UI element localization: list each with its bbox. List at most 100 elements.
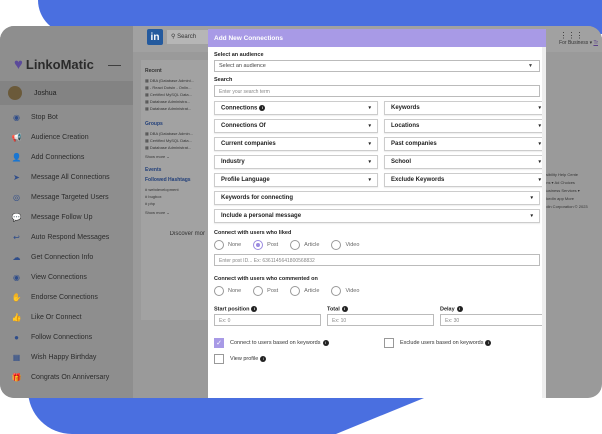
exclude-by-keywords-option[interactable]: Exclude users based on keywords i [384, 338, 492, 349]
footer-link[interactable]: Business Services ▾ [544, 187, 602, 195]
keywords-for-connecting-dropdown[interactable]: Keywords for connecting ▾ [214, 191, 540, 205]
sidebar-item-view-connections[interactable]: ◉ View Connections [0, 267, 133, 287]
filter-dropdown-exclude-keywords[interactable]: Exclude Keywords ▾ [384, 173, 546, 187]
radio-circle[interactable] [214, 240, 224, 250]
filter-dropdown-connections-of[interactable]: Connections Of ▾ [214, 119, 378, 133]
radio-option-none[interactable]: None [214, 240, 241, 250]
delay-input[interactable]: Ex: 30 [440, 314, 546, 327]
info-icon[interactable]: i [260, 356, 267, 363]
radio-circle[interactable] [331, 240, 342, 250]
show-more-hashtags[interactable]: Show more ⌄ [145, 210, 205, 215]
filter-dropdown-past-companies[interactable]: Past companies ▾ [384, 137, 546, 151]
list-item[interactable]: ▦ Certified MySQL Data... [145, 138, 205, 143]
user-profile[interactable]: Joshua [0, 81, 133, 105]
collapse-sidebar-button[interactable]: — [108, 57, 121, 72]
sidebar-item-add-connections[interactable]: 👤 Add Connections [0, 147, 133, 167]
list-item[interactable]: # webdevelopment [145, 187, 205, 192]
footer-link[interactable]: edin Corporation © 2023 [544, 203, 602, 211]
for-business-link[interactable]: For Business [559, 40, 588, 46]
info-icon[interactable]: i [456, 306, 463, 312]
radio-option-none[interactable]: None [214, 286, 241, 296]
list-item[interactable]: # bugbox [145, 194, 205, 199]
footer-link[interactable]: ons ▾ Ad Choices [544, 179, 602, 187]
sidebar-item-message-targeted-users[interactable]: ◎ Message Targeted Users [0, 187, 133, 207]
filter-dropdown-current-companies[interactable]: Current companies ▾ [214, 137, 378, 151]
sidebar-item-endorse-connections[interactable]: ✋ Endorse Connections [0, 287, 133, 307]
filter-grid: Connections i ▾ Keywords ▾ Connections Of ▾ Loc… [214, 101, 546, 187]
footer-link[interactable]: ssibility Help Cente [544, 171, 602, 179]
app-logo: ♥ LinkoMatic — [0, 26, 133, 73]
sidebar-item-congrats-on-anniversary[interactable]: 🎁 Congrats On Anniversary [0, 367, 133, 387]
hashtags-title[interactable]: Followed Hashtags [145, 177, 205, 183]
keyword-checkbox-row: ✓ Connect to users based on keywords i E… [214, 330, 540, 349]
radio-option-article[interactable]: Article [290, 286, 319, 296]
search-input[interactable]: Enter your search term [214, 85, 540, 97]
sidebar-item-wish-happy-birthday[interactable]: ▦ Wish Happy Birthday [0, 347, 133, 367]
list-item[interactable]: ▦ Certified MySQL Data... [145, 92, 205, 97]
filter-label: Connections [221, 105, 258, 112]
start-position-input[interactable]: Ex: 0 [214, 314, 321, 327]
list-item-label: Database Administrat... [149, 145, 192, 150]
filter-dropdown-locations[interactable]: Locations ▾ [384, 119, 546, 133]
view-profile-option[interactable]: View profile i [214, 354, 540, 365]
filter-dropdown-school[interactable]: School ▾ [384, 155, 546, 169]
connect-by-keywords-checkbox[interactable]: ✓ [214, 338, 224, 349]
total-input[interactable]: Ex: 10 [327, 314, 434, 327]
radio-circle[interactable] [290, 286, 301, 296]
filter-dropdown-profile-language[interactable]: Profile Language ▾ [214, 173, 378, 187]
linkedin-logo[interactable]: in [147, 29, 163, 45]
groups-title[interactable]: Groups [145, 121, 205, 127]
list-item[interactable]: ▦ Database Administrat... [145, 145, 205, 150]
linkedin-search[interactable]: ⚲ Search [167, 30, 209, 44]
personal-message-dropdown[interactable]: Include a personal message ▾ [214, 209, 540, 223]
radio-circle[interactable] [253, 240, 264, 250]
sidebar-item-audience-creation[interactable]: 📢 Audience Creation [0, 127, 133, 147]
radio-option-post[interactable]: Post [253, 240, 278, 250]
view-profile-checkbox[interactable] [214, 354, 224, 365]
chevron-down-icon: ▼ [528, 63, 533, 69]
list-item[interactable]: # php [145, 201, 205, 206]
radio-option-article[interactable]: Article [290, 240, 319, 250]
radio-circle[interactable] [290, 240, 301, 250]
filter-dropdown-keywords[interactable]: Keywords ▾ [384, 101, 546, 115]
radio-circle[interactable] [331, 286, 342, 296]
radio-circle[interactable] [253, 286, 264, 296]
connect-by-keywords-option[interactable]: ✓ Connect to users based on keywords i [214, 338, 384, 349]
info-icon[interactable]: i [259, 105, 266, 111]
radio-option-post[interactable]: Post [253, 286, 278, 296]
sidebar-item-stop-bot[interactable]: ◉ Stop Bot [0, 107, 133, 127]
sidebar-item-message-all-connections[interactable]: ➤ Message All Connections [0, 167, 133, 187]
modal-scrollbar[interactable] [542, 47, 546, 398]
footer-link[interactable]: nkedIn app More [544, 195, 602, 203]
audience-select[interactable]: Select an audience ▼ [214, 60, 540, 72]
exclude-by-keywords-checkbox[interactable] [384, 338, 394, 349]
info-icon[interactable]: i [322, 340, 329, 347]
sidebar-item-like-or-connect[interactable]: 👍 Like Or Connect [0, 307, 133, 327]
radio-circle[interactable] [214, 286, 224, 296]
list-item[interactable]: ▦ - React Dotsin - Onlin... [145, 85, 205, 90]
list-item[interactable]: ▦ Database Administrat... [145, 106, 205, 111]
post-id-input[interactable]: Enter post ID... Ex: 6361145641800568832 [214, 254, 540, 266]
grid-icon[interactable]: ⋮⋮⋮ [559, 31, 584, 40]
discover-more-link[interactable]: Discover mor [145, 231, 205, 237]
info-icon[interactable]: i [341, 306, 348, 312]
filter-label: Profile Language [221, 177, 270, 183]
recent-title: Recent [145, 68, 162, 74]
sidebar-item-get-connection-info[interactable]: ☁ Get Connection Info [0, 247, 133, 267]
sidebar-item-auto-respond-messages[interactable]: ↩ Auto Respond Messages [0, 227, 133, 247]
radio-option-video[interactable]: Video [331, 286, 359, 296]
info-icon[interactable]: i [485, 340, 492, 347]
info-icon[interactable]: i [251, 306, 258, 312]
sidebar-item-message-follow-up[interactable]: 💬 Message Follow Up [0, 207, 133, 227]
events-title[interactable]: Events [145, 167, 205, 173]
sidebar-item-follow-connections[interactable]: ● Follow Connections [0, 327, 133, 347]
try-premium-link[interactable]: Tr [593, 40, 598, 46]
list-item[interactable]: ▦ DBA (Database Admini... [145, 78, 205, 83]
filter-dropdown-industry[interactable]: Industry ▾ [214, 155, 378, 169]
list-item[interactable]: ▦ Database Administra... [145, 99, 205, 104]
search-label: Search [214, 77, 233, 83]
show-more-groups[interactable]: Show more ⌄ [145, 154, 205, 159]
list-item[interactable]: ▦ DBA (Database Admin... [145, 131, 205, 136]
radio-option-video[interactable]: Video [331, 240, 359, 250]
filter-dropdown-connections[interactable]: Connections i ▾ [214, 101, 378, 115]
